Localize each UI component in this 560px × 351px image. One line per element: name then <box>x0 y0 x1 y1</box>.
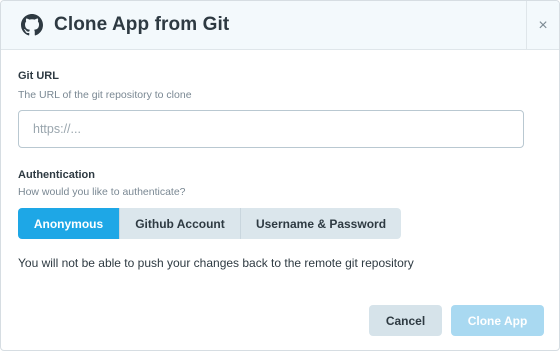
github-icon <box>21 14 43 36</box>
auth-option-username-password[interactable]: Username & Password <box>241 208 401 239</box>
dialog-header: Clone App from Git × <box>1 1 559 50</box>
close-button[interactable]: × <box>526 1 559 50</box>
git-url-input[interactable] <box>18 110 524 148</box>
authentication-notice: You will not be able to push your change… <box>18 256 414 270</box>
git-url-help-text: The URL of the git repository to clone <box>18 89 192 101</box>
authentication-help-text: How would you like to authenticate? <box>18 186 186 198</box>
auth-option-github-account[interactable]: Github Account <box>120 208 241 239</box>
clone-app-dialog: Clone App from Git × Git URL The URL of … <box>0 0 560 351</box>
clone-app-button[interactable]: Clone App <box>451 305 544 336</box>
authentication-selector: Anonymous Github Account Username & Pass… <box>18 208 401 239</box>
authentication-label: Authentication <box>18 169 95 181</box>
cancel-button[interactable]: Cancel <box>369 305 442 336</box>
dialog-title: Clone App from Git <box>54 14 230 35</box>
git-url-label: Git URL <box>18 70 59 82</box>
auth-option-anonymous[interactable]: Anonymous <box>18 208 120 239</box>
close-icon[interactable]: × <box>538 17 547 35</box>
